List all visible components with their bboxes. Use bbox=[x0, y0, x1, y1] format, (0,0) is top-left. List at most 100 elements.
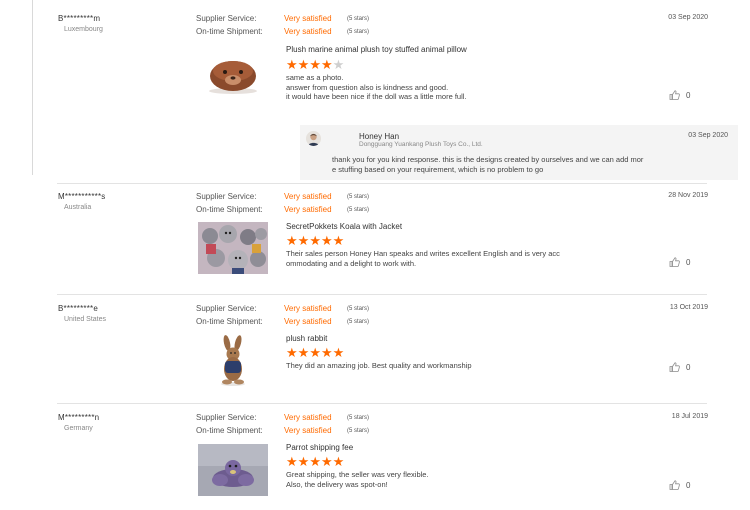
like-count: 0 bbox=[686, 257, 691, 267]
review-comment: Great shipping, the seller was very flex… bbox=[286, 470, 636, 489]
like-count: 0 bbox=[686, 362, 691, 372]
reply-date: 03 Sep 2020 bbox=[688, 132, 728, 139]
star-filled-icon: ★ bbox=[297, 233, 310, 248]
supplier-rating-text: Very satisfied bbox=[284, 304, 332, 313]
review-divider bbox=[57, 403, 707, 404]
koala-plush-photo[interactable] bbox=[198, 222, 268, 274]
product-title[interactable]: plush rabbit bbox=[286, 334, 327, 343]
star-filled-icon: ★ bbox=[332, 454, 345, 469]
reply-company[interactable]: Dongguang Yuankang Plush Toys Co., Ltd. bbox=[359, 141, 483, 148]
star-filled-icon: ★ bbox=[309, 57, 321, 72]
star-rating: ★★★★★ bbox=[286, 234, 344, 247]
star-filled-icon: ★ bbox=[332, 345, 345, 360]
supplier-service-label: Supplier Service: bbox=[196, 304, 257, 313]
avatar bbox=[306, 131, 321, 146]
review-card: B*********e United States Supplier Servi… bbox=[32, 304, 732, 399]
review-comment: same as a photo. answer from question als… bbox=[286, 73, 636, 102]
shipment-rating-text: Very satisfied bbox=[284, 317, 332, 326]
buyer-country: Luxembourg bbox=[64, 26, 103, 33]
on-time-shipment-label: On-time Shipment: bbox=[196, 317, 263, 326]
buyer-name: B*********e bbox=[58, 304, 99, 313]
text-line: They did an amazing job. Best quality an… bbox=[286, 361, 472, 370]
shipment-rating-text: Very satisfied bbox=[284, 205, 332, 214]
product-title[interactable]: Plush marine animal plush toy stuffed an… bbox=[286, 45, 467, 54]
buyer-name: M***********s bbox=[58, 192, 106, 201]
star-filled-icon: ★ bbox=[286, 345, 298, 360]
star-empty-icon: ★ bbox=[332, 57, 345, 72]
supplier-rating-text: Very satisfied bbox=[284, 413, 332, 422]
supplier-rating-stars: (5 stars) bbox=[347, 415, 370, 421]
star-filled-icon: ★ bbox=[286, 233, 298, 248]
star-filled-icon: ★ bbox=[332, 233, 345, 248]
like-count: 0 bbox=[686, 480, 691, 490]
text-line: Their sales person Honey Han speaks and … bbox=[286, 249, 560, 258]
review-divider bbox=[57, 183, 707, 184]
review-date: 28 Nov 2019 bbox=[668, 192, 708, 199]
star-filled-icon: ★ bbox=[297, 57, 310, 72]
like-button[interactable]: 0 bbox=[669, 90, 690, 100]
star-filled-icon: ★ bbox=[320, 345, 333, 360]
like-button[interactable]: 0 bbox=[669, 257, 690, 267]
star-filled-icon: ★ bbox=[320, 233, 333, 248]
thumbs-up-icon bbox=[669, 480, 680, 490]
reply-text: thank you for you kind response. this is… bbox=[332, 155, 643, 175]
text-line: Also, the delivery was spot-on! bbox=[286, 479, 388, 489]
review-comment: Their sales person Honey Han speaks and … bbox=[286, 249, 636, 268]
review-divider bbox=[57, 294, 707, 295]
product-title[interactable]: SecretPokkets Koala with Jacket bbox=[286, 222, 402, 231]
like-button[interactable]: 0 bbox=[669, 362, 690, 372]
product-title[interactable]: Parrot shipping fee bbox=[286, 443, 353, 452]
star-filled-icon: ★ bbox=[320, 57, 333, 72]
like-count: 0 bbox=[686, 90, 691, 100]
thumbs-up-icon bbox=[669, 90, 680, 100]
buyer-name: M*********n bbox=[58, 413, 100, 422]
shipment-rating-stars: (5 stars) bbox=[347, 319, 370, 325]
supplier-rating-text: Very satisfied bbox=[284, 14, 332, 23]
review-date: 18 Jul 2019 bbox=[671, 413, 708, 420]
on-time-shipment-label: On-time Shipment: bbox=[196, 27, 263, 36]
review-card: B*********m Luxembourg Supplier Service:… bbox=[32, 14, 738, 180]
thumbs-up-icon bbox=[669, 362, 680, 372]
star-rating: ★★★★★ bbox=[286, 346, 344, 359]
buyer-country: Germany bbox=[64, 425, 93, 432]
star-rating: ★★★★★ bbox=[286, 58, 344, 71]
review-date: 13 Oct 2019 bbox=[669, 304, 708, 311]
seal-plush-photo[interactable] bbox=[198, 47, 268, 99]
star-filled-icon: ★ bbox=[286, 57, 298, 72]
supplier-rating-stars: (5 stars) bbox=[347, 194, 370, 200]
supplier-reply: Honey Han Dongguang Yuankang Plush Toys … bbox=[300, 125, 738, 180]
review-date: 03 Sep 2020 bbox=[668, 14, 708, 21]
star-filled-icon: ★ bbox=[320, 454, 333, 469]
buyer-name: B*********m bbox=[58, 14, 101, 23]
text-line: answer from question also is kindness an… bbox=[286, 82, 449, 92]
reply-name: Honey Han bbox=[359, 132, 400, 141]
star-filled-icon: ★ bbox=[297, 454, 310, 469]
thumbs-up-icon bbox=[669, 257, 680, 267]
review-comment: They did an amazing job. Best quality an… bbox=[286, 361, 636, 371]
star-filled-icon: ★ bbox=[309, 454, 321, 469]
text-line: Great shipping, the seller was very flex… bbox=[286, 470, 429, 479]
text-line: e stuffing based on your requirement, wh… bbox=[332, 165, 544, 174]
shipment-rating-stars: (5 stars) bbox=[347, 29, 370, 35]
star-filled-icon: ★ bbox=[309, 345, 321, 360]
text-line: it would have been nice if the doll was … bbox=[286, 92, 467, 101]
text-line: ommodating and a delight to work with. bbox=[286, 258, 417, 268]
parrot-plush-photo[interactable] bbox=[198, 444, 268, 496]
shipment-rating-stars: (5 stars) bbox=[347, 428, 370, 434]
star-filled-icon: ★ bbox=[297, 345, 310, 360]
on-time-shipment-label: On-time Shipment: bbox=[196, 205, 263, 214]
rabbit-plush-photo[interactable] bbox=[198, 335, 268, 387]
supplier-rating-text: Very satisfied bbox=[284, 192, 332, 201]
supplier-service-label: Supplier Service: bbox=[196, 14, 257, 23]
shipment-rating-stars: (5 stars) bbox=[347, 207, 370, 213]
star-filled-icon: ★ bbox=[286, 454, 298, 469]
supplier-service-label: Supplier Service: bbox=[196, 192, 257, 201]
buyer-country: United States bbox=[64, 316, 107, 323]
review-card: M*********n Germany Supplier Service: On… bbox=[32, 413, 732, 508]
like-button[interactable]: 0 bbox=[669, 480, 690, 490]
star-rating: ★★★★★ bbox=[286, 455, 344, 468]
review-card: M***********s Australia Supplier Service… bbox=[32, 192, 732, 292]
shipment-rating-text: Very satisfied bbox=[284, 27, 332, 36]
supplier-service-label: Supplier Service: bbox=[196, 413, 257, 422]
supplier-rating-stars: (5 stars) bbox=[347, 16, 370, 22]
